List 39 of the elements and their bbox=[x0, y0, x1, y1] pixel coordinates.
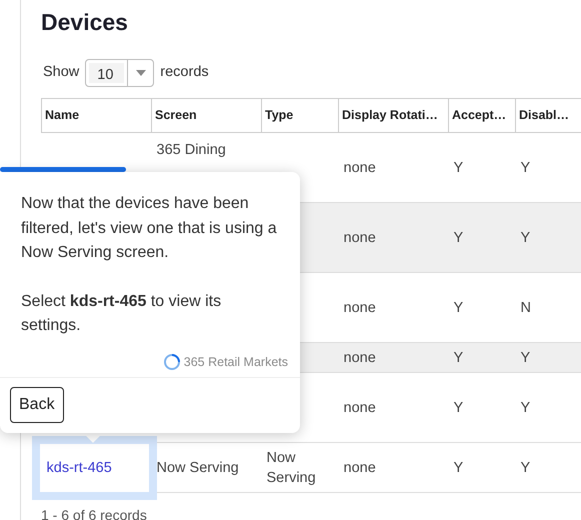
table-cell: Now Serving bbox=[266, 450, 316, 486]
table-cell: none bbox=[344, 160, 376, 176]
column-header[interactable]: Accept… bbox=[448, 98, 516, 132]
brand-name: 365 Retail Markets bbox=[184, 354, 288, 370]
table-row[interactable]: kds-rt-465 Now Serving Now Serving none Y Y bbox=[42, 442, 581, 492]
table-cell: none bbox=[344, 400, 376, 416]
page-title: Devices bbox=[41, 8, 129, 37]
table-cell: Y bbox=[454, 160, 464, 176]
table-cell: Y bbox=[454, 350, 464, 366]
table-cell: Now Serving bbox=[156, 460, 239, 476]
column-header[interactable]: Disabl… bbox=[516, 98, 581, 132]
table-cell: none bbox=[344, 300, 376, 316]
table-cell: Y bbox=[454, 400, 464, 416]
back-button[interactable]: Back bbox=[10, 387, 64, 424]
table-cell: none bbox=[344, 230, 376, 246]
records-label: records bbox=[160, 63, 209, 82]
table-cell: Y bbox=[520, 350, 530, 366]
table-cell: none bbox=[344, 350, 376, 366]
table-cell: Y bbox=[454, 460, 464, 476]
records-select[interactable]: 10 bbox=[85, 59, 154, 87]
caret-icon bbox=[136, 70, 146, 76]
ring-logo-icon bbox=[162, 352, 181, 371]
table-cell: Y bbox=[520, 400, 530, 416]
column-header[interactable]: Type bbox=[262, 98, 338, 132]
table-cell: Y bbox=[520, 160, 530, 176]
table-cell: Y bbox=[520, 460, 530, 476]
table-cell: Y bbox=[454, 300, 464, 316]
table-cell: Y bbox=[520, 230, 530, 246]
column-header[interactable]: Screen bbox=[152, 98, 262, 132]
records-count: 1 - 6 of 6 records bbox=[41, 506, 148, 520]
column-header[interactable]: Name bbox=[42, 98, 152, 132]
tour-instruction: Select kds-rt-465 to view its settings. bbox=[20, 292, 222, 336]
table-cell: Y bbox=[454, 230, 464, 246]
table-cell: 365 Dining bbox=[156, 142, 226, 158]
column-header[interactable]: Display Rotati… bbox=[338, 98, 448, 132]
table-cell: N bbox=[520, 300, 531, 316]
device-link[interactable]: kds-rt-465 bbox=[46, 460, 112, 476]
show-label: Show bbox=[43, 63, 80, 82]
table-cell: none bbox=[344, 460, 376, 476]
